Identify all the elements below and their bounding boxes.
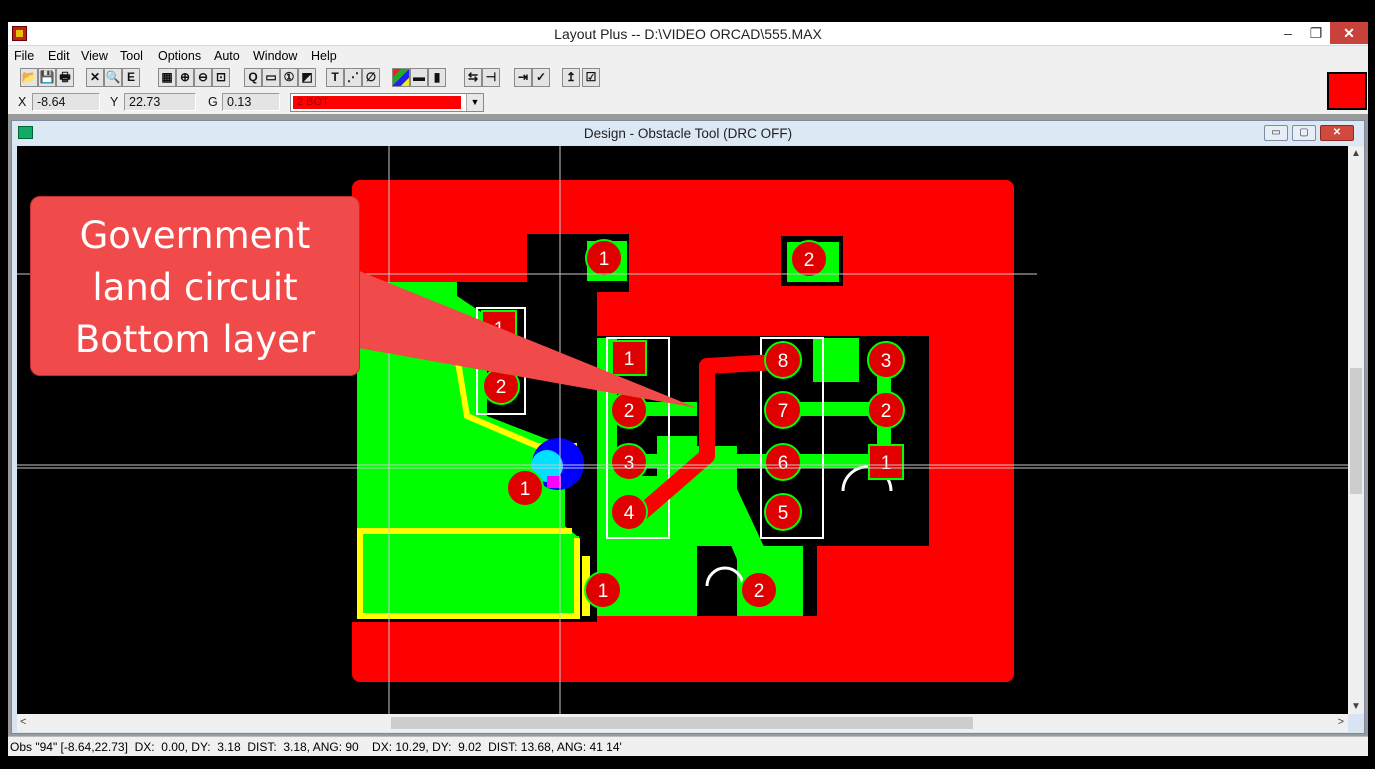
- bom-icon[interactable]: ☑: [582, 68, 600, 87]
- pad-label: 3: [881, 351, 892, 372]
- y-label: Y: [110, 95, 119, 109]
- menu-edit[interactable]: Edit: [48, 49, 70, 63]
- pad-label: 7: [778, 401, 789, 422]
- pad-label: 5: [778, 503, 789, 524]
- pin-icon[interactable]: ①: [280, 68, 298, 87]
- layer-select-value: 2 BOT: [293, 96, 461, 109]
- horizontal-scrollbar[interactable]: < >: [17, 714, 1348, 732]
- close-button[interactable]: ✕: [1330, 22, 1368, 44]
- design-maximize-button[interactable]: ▢: [1292, 125, 1316, 141]
- scroll-up-icon[interactable]: ▲: [1348, 148, 1364, 159]
- pad-label: 2: [754, 581, 765, 602]
- open-icon[interactable]: 📂: [20, 68, 38, 87]
- coordinate-bar: X -8.64 Y 22.73 G 0.13 2 BOT ▼: [8, 90, 1368, 114]
- design-window-title-bar: Design - Obstacle Tool (DRC OFF) ▭ ▢ ✕: [12, 121, 1364, 145]
- pad-label: 2: [624, 401, 635, 422]
- menu-tool[interactable]: Tool: [120, 49, 143, 63]
- pcb-canvas[interactable]: 121218327236114512 Government land circu…: [17, 146, 1348, 714]
- trace: [617, 454, 889, 468]
- grid-label: G: [208, 95, 218, 109]
- color-icon[interactable]: [392, 68, 410, 87]
- pad-label: 2: [881, 401, 892, 422]
- callout-line-3: Bottom layer: [74, 318, 316, 361]
- design-window-title: Design - Obstacle Tool (DRC OFF): [583, 126, 793, 141]
- callout-line-2: land circuit: [92, 266, 298, 309]
- pad-label: 8: [778, 351, 789, 372]
- pad-label: 2: [496, 377, 507, 398]
- obstacle-icon[interactable]: ◩: [298, 68, 316, 87]
- pad-label: 1: [624, 349, 635, 370]
- pad-label: 3: [624, 453, 635, 474]
- callout-text: Government land circuit Bottom layer: [30, 210, 360, 366]
- current-layer-color-swatch[interactable]: [1327, 72, 1367, 110]
- pad-label: 1: [599, 249, 610, 270]
- menu-help[interactable]: Help: [311, 49, 337, 63]
- component-icon[interactable]: ▭: [262, 68, 280, 87]
- pad-label: 4: [624, 503, 635, 524]
- design-close-button[interactable]: ✕: [1320, 125, 1354, 141]
- mdi-workspace: Design - Obstacle Tool (DRC OFF) ▭ ▢ ✕ 1…: [8, 114, 1368, 736]
- drc-icon[interactable]: ▬: [410, 68, 428, 87]
- design-minimize-button[interactable]: ▭: [1264, 125, 1288, 141]
- vertical-scrollbar[interactable]: ▲ ▼: [1348, 146, 1364, 714]
- toolbar: 📂 💾 🖶 ✕ 🔍 E ▦ ⊕ ⊖ ⊡ Q ▭ ① ◩ T ⋰ ∅ ▬ ▮ ⇆ ⊣ ⇥ ✓ ↥ ☑: [8, 66, 1368, 90]
- title-bar: Layout Plus -- D:\VIDEO ORCAD\555.MAX – …: [8, 22, 1368, 46]
- edit-icon[interactable]: E: [122, 68, 140, 87]
- x-coordinate-field: -8.64: [32, 93, 100, 111]
- scroll-down-icon[interactable]: ▼: [1348, 701, 1364, 712]
- menu-auto[interactable]: Auto: [214, 49, 240, 63]
- pad-label: 1: [598, 581, 609, 602]
- menu-file[interactable]: File: [14, 49, 34, 63]
- zoom-in-icon[interactable]: ⊕: [176, 68, 194, 87]
- scroll-right-icon[interactable]: >: [1338, 716, 1344, 728]
- spreadsheet-icon[interactable]: ▦: [158, 68, 176, 87]
- reconnect-icon[interactable]: ▮: [428, 68, 446, 87]
- vertical-scroll-thumb[interactable]: [1350, 368, 1362, 494]
- layout-plus-app: Layout Plus -- D:\VIDEO ORCAD\555.MAX – …: [0, 0, 1375, 769]
- grid-field: 0.13: [222, 93, 280, 111]
- find-icon[interactable]: 🔍: [104, 68, 122, 87]
- scroll-left-icon[interactable]: <: [20, 716, 26, 728]
- y-coordinate-field: 22.73: [124, 93, 196, 111]
- text-icon[interactable]: T: [326, 68, 344, 87]
- status-text: Obs "94" [-8.64,22.73] DX: 0.00, DY: 3.1…: [10, 740, 622, 754]
- x-label: X: [18, 95, 27, 109]
- print-icon[interactable]: 🖶: [56, 68, 74, 87]
- via: [547, 476, 561, 488]
- delete-icon[interactable]: ✕: [86, 68, 104, 87]
- chevron-down-icon[interactable]: ▼: [466, 94, 483, 111]
- callout-line-1: Government: [79, 214, 311, 257]
- horizontal-scroll-thumb[interactable]: [391, 717, 973, 729]
- status-bar: Obs "94" [-8.64,22.73] DX: 0.00, DY: 3.1…: [8, 736, 1368, 756]
- save-icon[interactable]: 💾: [38, 68, 56, 87]
- autoroute-icon[interactable]: ⇥: [514, 68, 532, 87]
- menu-options[interactable]: Options: [158, 49, 201, 63]
- zoom-out-icon[interactable]: ⊖: [194, 68, 212, 87]
- refresh-icon[interactable]: ⇆: [464, 68, 482, 87]
- menu-window[interactable]: Window: [253, 49, 297, 63]
- menu-bar: File Edit View Tool Options Auto Window …: [8, 46, 1368, 66]
- layer-select[interactable]: 2 BOT ▼: [290, 93, 484, 112]
- clean-design-icon[interactable]: ✓: [532, 68, 550, 87]
- copper-area: [357, 536, 579, 618]
- online-drc-icon[interactable]: ⊣: [482, 68, 500, 87]
- pad-label: 1: [881, 453, 892, 474]
- connection-icon[interactable]: ⋰: [344, 68, 362, 87]
- design-window: Design - Obstacle Tool (DRC OFF) ▭ ▢ ✕ 1…: [11, 120, 1365, 734]
- pad-label: 1: [520, 479, 531, 500]
- pad-label: 2: [804, 250, 815, 271]
- post-process-icon[interactable]: ↥: [562, 68, 580, 87]
- menu-view[interactable]: View: [81, 49, 108, 63]
- footprint-region: [827, 502, 929, 506]
- window-title: Layout Plus -- D:\VIDEO ORCAD\555.MAX: [554, 26, 822, 42]
- restore-button[interactable]: ❐: [1298, 22, 1334, 44]
- zoom-all-icon[interactable]: ⊡: [212, 68, 230, 87]
- query-icon[interactable]: Q: [244, 68, 262, 87]
- annotation-callout: Government land circuit Bottom layer: [30, 196, 360, 376]
- error-icon[interactable]: ∅: [362, 68, 380, 87]
- copper-area: [813, 338, 859, 382]
- pad-label: 6: [778, 453, 789, 474]
